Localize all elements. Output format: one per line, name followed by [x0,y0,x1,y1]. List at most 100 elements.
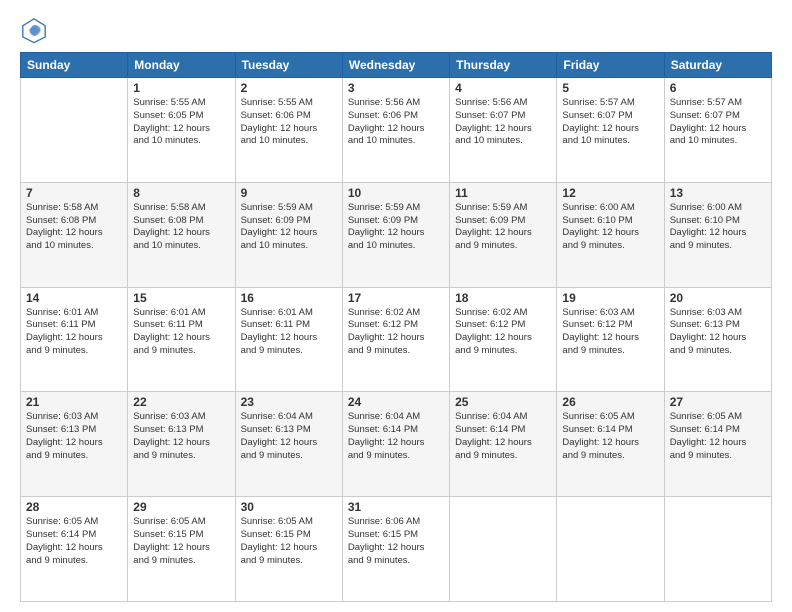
day-info: Sunrise: 5:56 AM Sunset: 6:07 PM Dayligh… [455,97,551,148]
col-header-thursday: Thursday [450,53,557,78]
calendar-cell: 1 Sunrise: 5:55 AM Sunset: 6:05 PM Daylig… [128,78,235,183]
day-info: Sunrise: 6:05 AM Sunset: 6:15 PM Dayligh… [241,516,337,567]
col-header-saturday: Saturday [664,53,771,78]
day-info: Sunrise: 6:05 AM Sunset: 6:14 PM Dayligh… [562,411,658,462]
calendar-cell [557,497,664,602]
calendar-cell [21,78,128,183]
day-info: Sunrise: 6:04 AM Sunset: 6:13 PM Dayligh… [241,411,337,462]
header [20,16,772,44]
day-number: 8 [133,186,229,200]
calendar-cell: 17 Sunrise: 6:02 AM Sunset: 6:12 PM Dayli… [342,287,449,392]
day-number: 9 [241,186,337,200]
day-info: Sunrise: 6:01 AM Sunset: 6:11 PM Dayligh… [241,307,337,358]
logo [20,16,52,44]
calendar-week-row: 21 Sunrise: 6:03 AM Sunset: 6:13 PM Dayli… [21,392,772,497]
day-info: Sunrise: 5:58 AM Sunset: 6:08 PM Dayligh… [133,202,229,253]
day-info: Sunrise: 6:03 AM Sunset: 6:13 PM Dayligh… [26,411,122,462]
day-number: 24 [348,395,444,409]
calendar-week-row: 1 Sunrise: 5:55 AM Sunset: 6:05 PM Daylig… [21,78,772,183]
calendar-cell: 9Sunrise: 5:59 AM Sunset: 6:09 PM Daylig… [235,182,342,287]
day-number: 14 [26,291,122,305]
calendar-cell [450,497,557,602]
day-number: 28 [26,500,122,514]
day-number: 21 [26,395,122,409]
day-info: Sunrise: 5:55 AM Sunset: 6:05 PM Dayligh… [133,97,229,148]
day-info: Sunrise: 6:00 AM Sunset: 6:10 PM Dayligh… [670,202,766,253]
calendar-cell: 8 Sunrise: 5:58 AM Sunset: 6:08 PM Daylig… [128,182,235,287]
day-info: Sunrise: 5:55 AM Sunset: 6:06 PM Dayligh… [241,97,337,148]
day-info: Sunrise: 5:58 AM Sunset: 6:08 PM Dayligh… [26,202,122,253]
calendar-cell: 28 Sunrise: 6:05 AM Sunset: 6:14 PM Dayli… [21,497,128,602]
col-header-friday: Friday [557,53,664,78]
day-info: Sunrise: 6:02 AM Sunset: 6:12 PM Dayligh… [348,307,444,358]
day-number: 23 [241,395,337,409]
day-number: 6 [670,81,766,95]
calendar-cell: 11Sunrise: 5:59 AM Sunset: 6:09 PM Dayli… [450,182,557,287]
col-header-sunday: Sunday [21,53,128,78]
calendar-cell: 18 Sunrise: 6:02 AM Sunset: 6:12 PM Dayli… [450,287,557,392]
day-info: Sunrise: 5:59 AM Sunset: 6:09 PM Dayligh… [455,202,551,253]
day-info: Sunrise: 5:57 AM Sunset: 6:07 PM Dayligh… [670,97,766,148]
calendar-cell: 4 Sunrise: 5:56 AM Sunset: 6:07 PM Daylig… [450,78,557,183]
day-info: Sunrise: 6:03 AM Sunset: 6:13 PM Dayligh… [133,411,229,462]
calendar-cell: 10 Sunrise: 5:59 AM Sunset: 6:09 PM Dayli… [342,182,449,287]
day-info: Sunrise: 6:00 AM Sunset: 6:10 PM Dayligh… [562,202,658,253]
calendar-cell: 31Sunrise: 6:06 AM Sunset: 6:15 PM Dayli… [342,497,449,602]
day-info: Sunrise: 6:05 AM Sunset: 6:15 PM Dayligh… [133,516,229,567]
calendar-table: SundayMondayTuesdayWednesdayThursdayFrid… [20,52,772,602]
day-number: 5 [562,81,658,95]
day-number: 25 [455,395,551,409]
day-info: Sunrise: 6:05 AM Sunset: 6:14 PM Dayligh… [670,411,766,462]
calendar-cell: 12 Sunrise: 6:00 AM Sunset: 6:10 PM Dayli… [557,182,664,287]
col-header-wednesday: Wednesday [342,53,449,78]
day-number: 10 [348,186,444,200]
calendar-header-row: SundayMondayTuesdayWednesdayThursdayFrid… [21,53,772,78]
day-info: Sunrise: 6:04 AM Sunset: 6:14 PM Dayligh… [348,411,444,462]
calendar-cell: 30Sunrise: 6:05 AM Sunset: 6:15 PM Dayli… [235,497,342,602]
day-info: Sunrise: 6:01 AM Sunset: 6:11 PM Dayligh… [133,307,229,358]
day-number: 7 [26,186,122,200]
day-info: Sunrise: 6:02 AM Sunset: 6:12 PM Dayligh… [455,307,551,358]
day-number: 2 [241,81,337,95]
day-number: 29 [133,500,229,514]
calendar-week-row: 14 Sunrise: 6:01 AM Sunset: 6:11 PM Dayli… [21,287,772,392]
day-info: Sunrise: 5:56 AM Sunset: 6:06 PM Dayligh… [348,97,444,148]
day-number: 22 [133,395,229,409]
day-number: 18 [455,291,551,305]
calendar-cell: 23 Sunrise: 6:04 AM Sunset: 6:13 PM Dayli… [235,392,342,497]
day-number: 26 [562,395,658,409]
day-info: Sunrise: 5:57 AM Sunset: 6:07 PM Dayligh… [562,97,658,148]
day-info: Sunrise: 6:03 AM Sunset: 6:13 PM Dayligh… [670,307,766,358]
day-number: 17 [348,291,444,305]
calendar-cell: 7 Sunrise: 5:58 AM Sunset: 6:08 PM Daylig… [21,182,128,287]
calendar-cell: 16Sunrise: 6:01 AM Sunset: 6:11 PM Dayli… [235,287,342,392]
calendar-cell: 14 Sunrise: 6:01 AM Sunset: 6:11 PM Dayli… [21,287,128,392]
day-info: Sunrise: 6:04 AM Sunset: 6:14 PM Dayligh… [455,411,551,462]
day-number: 15 [133,291,229,305]
day-number: 1 [133,81,229,95]
day-info: Sunrise: 6:03 AM Sunset: 6:12 PM Dayligh… [562,307,658,358]
day-number: 27 [670,395,766,409]
calendar-week-row: 7 Sunrise: 5:58 AM Sunset: 6:08 PM Daylig… [21,182,772,287]
day-info: Sunrise: 5:59 AM Sunset: 6:09 PM Dayligh… [348,202,444,253]
calendar-cell: 13Sunrise: 6:00 AM Sunset: 6:10 PM Dayli… [664,182,771,287]
day-number: 12 [562,186,658,200]
calendar-cell: 29 Sunrise: 6:05 AM Sunset: 6:15 PM Dayli… [128,497,235,602]
calendar-cell: 26 Sunrise: 6:05 AM Sunset: 6:14 PM Dayli… [557,392,664,497]
col-header-tuesday: Tuesday [235,53,342,78]
day-number: 3 [348,81,444,95]
calendar-cell: 21 Sunrise: 6:03 AM Sunset: 6:13 PM Dayli… [21,392,128,497]
calendar-cell: 3 Sunrise: 5:56 AM Sunset: 6:06 PM Daylig… [342,78,449,183]
calendar-cell: 20 Sunrise: 6:03 AM Sunset: 6:13 PM Dayli… [664,287,771,392]
calendar-cell: 19Sunrise: 6:03 AM Sunset: 6:12 PM Dayli… [557,287,664,392]
calendar-cell: 5 Sunrise: 5:57 AM Sunset: 6:07 PM Daylig… [557,78,664,183]
day-info: Sunrise: 6:06 AM Sunset: 6:15 PM Dayligh… [348,516,444,567]
day-number: 20 [670,291,766,305]
calendar-cell: 25 Sunrise: 6:04 AM Sunset: 6:14 PM Dayli… [450,392,557,497]
calendar-cell: 15 Sunrise: 6:01 AM Sunset: 6:11 PM Dayli… [128,287,235,392]
day-number: 4 [455,81,551,95]
day-info: Sunrise: 6:01 AM Sunset: 6:11 PM Dayligh… [26,307,122,358]
calendar-week-row: 28 Sunrise: 6:05 AM Sunset: 6:14 PM Dayli… [21,497,772,602]
page: SundayMondayTuesdayWednesdayThursdayFrid… [0,0,792,612]
day-info: Sunrise: 6:05 AM Sunset: 6:14 PM Dayligh… [26,516,122,567]
